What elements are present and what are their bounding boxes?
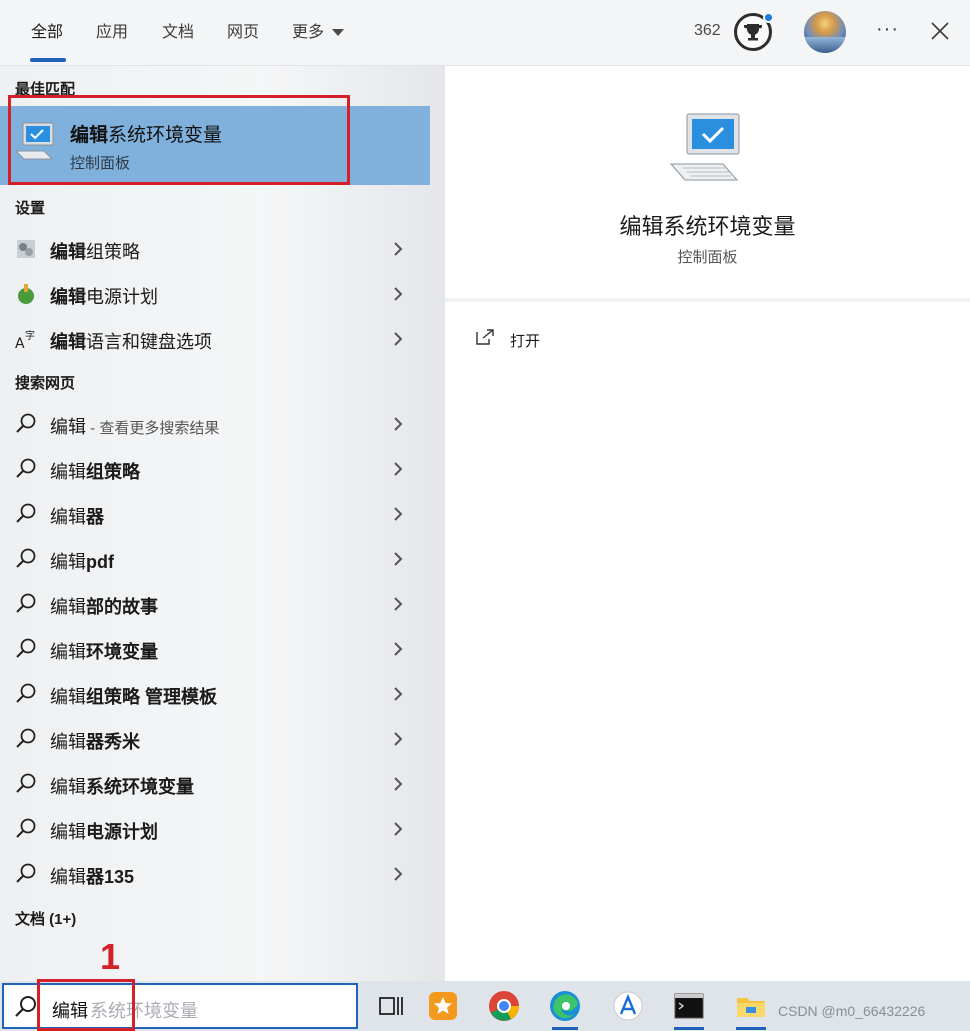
open-action-label: 打开 bbox=[510, 333, 541, 350]
watermark-text: CSDN @m0_66432226 bbox=[778, 1003, 926, 1019]
preview-panel: 编辑系统环境变量 控制面板 打开 bbox=[445, 66, 970, 981]
active-tab-indicator bbox=[30, 58, 66, 62]
web-search-suggestion[interactable]: 编辑系统环境变量 bbox=[0, 762, 430, 806]
chevron-right-icon[interactable] bbox=[392, 506, 404, 522]
search-tab-bar: 全部 应用 文档 网页 更多 362 ··· bbox=[0, 0, 970, 66]
chevron-right-icon[interactable] bbox=[392, 821, 404, 837]
search-icon bbox=[16, 593, 36, 613]
settings-item-label: 编辑电源计划 bbox=[50, 287, 158, 307]
web-search-suggestion[interactable]: 编辑环境变量 bbox=[0, 627, 430, 671]
chevron-right-icon[interactable] bbox=[392, 331, 404, 347]
web-search-suggestion[interactable]: 编辑组策略 管理模板 bbox=[0, 672, 430, 716]
chevron-right-icon[interactable] bbox=[392, 461, 404, 477]
notification-dot bbox=[763, 12, 774, 23]
web-search-suggestion[interactable]: 编辑部的故事 bbox=[0, 582, 430, 626]
search-icon bbox=[16, 638, 36, 658]
step-annotation-number: 1 bbox=[100, 936, 121, 977]
search-icon bbox=[16, 728, 36, 748]
search-icon bbox=[16, 863, 36, 883]
svg-text:字: 字 bbox=[25, 329, 35, 342]
task-view-icon[interactable] bbox=[374, 989, 408, 1023]
preview-header: 编辑系统环境变量 控制面板 bbox=[445, 66, 970, 302]
web-search-suggestion[interactable]: 编辑 - 查看更多搜索结果 bbox=[0, 402, 430, 446]
chevron-right-icon[interactable] bbox=[392, 551, 404, 567]
web-suggestion-label: 编辑器135 bbox=[50, 867, 135, 887]
preview-subtitle: 控制面板 bbox=[677, 249, 738, 266]
section-settings: 设置 bbox=[15, 200, 46, 217]
chevron-right-icon[interactable] bbox=[392, 286, 404, 302]
running-app-indicator bbox=[674, 1027, 704, 1030]
web-suggestion-label: 编辑 - 查看更多搜索结果 bbox=[50, 417, 220, 437]
search-icon bbox=[16, 683, 36, 703]
results-panel: 最佳匹配 编辑系统环境变量 控制面板 设置 编辑组策略 编辑电源计划 A 字 编… bbox=[0, 66, 445, 981]
caret-down-icon[interactable] bbox=[332, 29, 344, 36]
web-suggestion-label: 编辑环境变量 bbox=[50, 642, 158, 662]
running-app-indicator bbox=[736, 1027, 766, 1030]
power-plan-icon bbox=[18, 284, 34, 304]
chevron-right-icon[interactable] bbox=[392, 416, 404, 432]
close-icon[interactable] bbox=[929, 20, 951, 42]
web-search-suggestion[interactable]: 编辑电源计划 bbox=[0, 807, 430, 851]
settings-item-power-plan[interactable]: 编辑电源计划 bbox=[0, 272, 430, 316]
avatar[interactable] bbox=[804, 11, 846, 53]
language-icon: A 字 bbox=[15, 329, 35, 351]
file-explorer-icon[interactable] bbox=[734, 989, 768, 1023]
chevron-right-icon[interactable] bbox=[392, 641, 404, 657]
tab-apps[interactable]: 应用 bbox=[96, 22, 128, 44]
web-suggestion-label: 编辑系统环境变量 bbox=[50, 777, 194, 797]
tab-more[interactable]: 更多 bbox=[292, 22, 324, 44]
web-suggestion-label: 编辑器秀米 bbox=[50, 732, 140, 752]
section-documents[interactable]: 文档 (1+) bbox=[15, 908, 76, 929]
web-search-suggestion[interactable]: 编辑器135 bbox=[0, 852, 430, 896]
tab-all[interactable]: 全部 bbox=[31, 22, 63, 44]
search-icon bbox=[16, 773, 36, 793]
tab-web[interactable]: 网页 bbox=[227, 22, 259, 44]
web-suggestion-label: 编辑组策略 管理模板 bbox=[50, 687, 218, 707]
search-icon bbox=[16, 818, 36, 838]
search-annotation-box bbox=[37, 979, 135, 1031]
chevron-right-icon[interactable] bbox=[392, 241, 404, 257]
web-search-suggestion[interactable]: 编辑器 bbox=[0, 492, 430, 536]
group-policy-icon bbox=[17, 240, 35, 258]
settings-item-language[interactable]: A 字 编辑语言和键盘选项 bbox=[0, 317, 430, 361]
web-search-suggestion[interactable]: 编辑器秀米 bbox=[0, 717, 430, 761]
chevron-right-icon[interactable] bbox=[392, 596, 404, 612]
web-suggestion-label: 编辑电源计划 bbox=[50, 822, 158, 842]
web-search-suggestion[interactable]: 编辑pdf bbox=[0, 537, 430, 581]
preview-title: 编辑系统环境变量 bbox=[619, 214, 796, 239]
ellipsis-icon[interactable]: ··· bbox=[876, 18, 899, 41]
app-store-icon[interactable] bbox=[611, 989, 645, 1023]
tab-documents[interactable]: 文档 bbox=[162, 22, 194, 44]
web-suggestion-label: 编辑器 bbox=[50, 507, 104, 527]
settings-item-group-policy[interactable]: 编辑组策略 bbox=[0, 227, 430, 271]
favorites-star-icon[interactable] bbox=[426, 989, 460, 1023]
chevron-right-icon[interactable] bbox=[392, 686, 404, 702]
rewards-points[interactable]: 362 bbox=[694, 22, 721, 40]
running-app-indicator bbox=[552, 1027, 578, 1030]
terminal-icon[interactable] bbox=[672, 989, 706, 1023]
search-icon bbox=[16, 548, 36, 568]
chrome-icon[interactable] bbox=[487, 989, 521, 1023]
chevron-right-icon[interactable] bbox=[392, 731, 404, 747]
settings-item-label: 编辑语言和键盘选项 bbox=[50, 332, 212, 352]
svg-text:A: A bbox=[15, 336, 25, 351]
web-suggestion-label: 编辑部的故事 bbox=[50, 597, 158, 617]
edge-icon[interactable] bbox=[548, 989, 582, 1023]
search-icon bbox=[16, 458, 36, 478]
open-external-icon bbox=[476, 329, 494, 345]
web-suggestion-label: 编辑组策略 bbox=[50, 462, 140, 482]
search-icon bbox=[16, 413, 36, 433]
web-search-suggestion[interactable]: 编辑组策略 bbox=[0, 447, 430, 491]
chevron-right-icon[interactable] bbox=[392, 776, 404, 792]
highlight-annotation-box bbox=[8, 95, 350, 185]
settings-item-label: 编辑组策略 bbox=[50, 242, 140, 262]
taskbar: 编辑 系统环境变量 CSDN @m0_66432226 bbox=[0, 979, 970, 1031]
computer-settings-icon bbox=[669, 113, 740, 181]
section-web: 搜索网页 bbox=[15, 375, 76, 392]
web-suggestion-label: 编辑pdf bbox=[50, 552, 114, 572]
search-icon bbox=[16, 503, 36, 523]
search-icon bbox=[15, 996, 36, 1017]
chevron-right-icon[interactable] bbox=[392, 866, 404, 882]
